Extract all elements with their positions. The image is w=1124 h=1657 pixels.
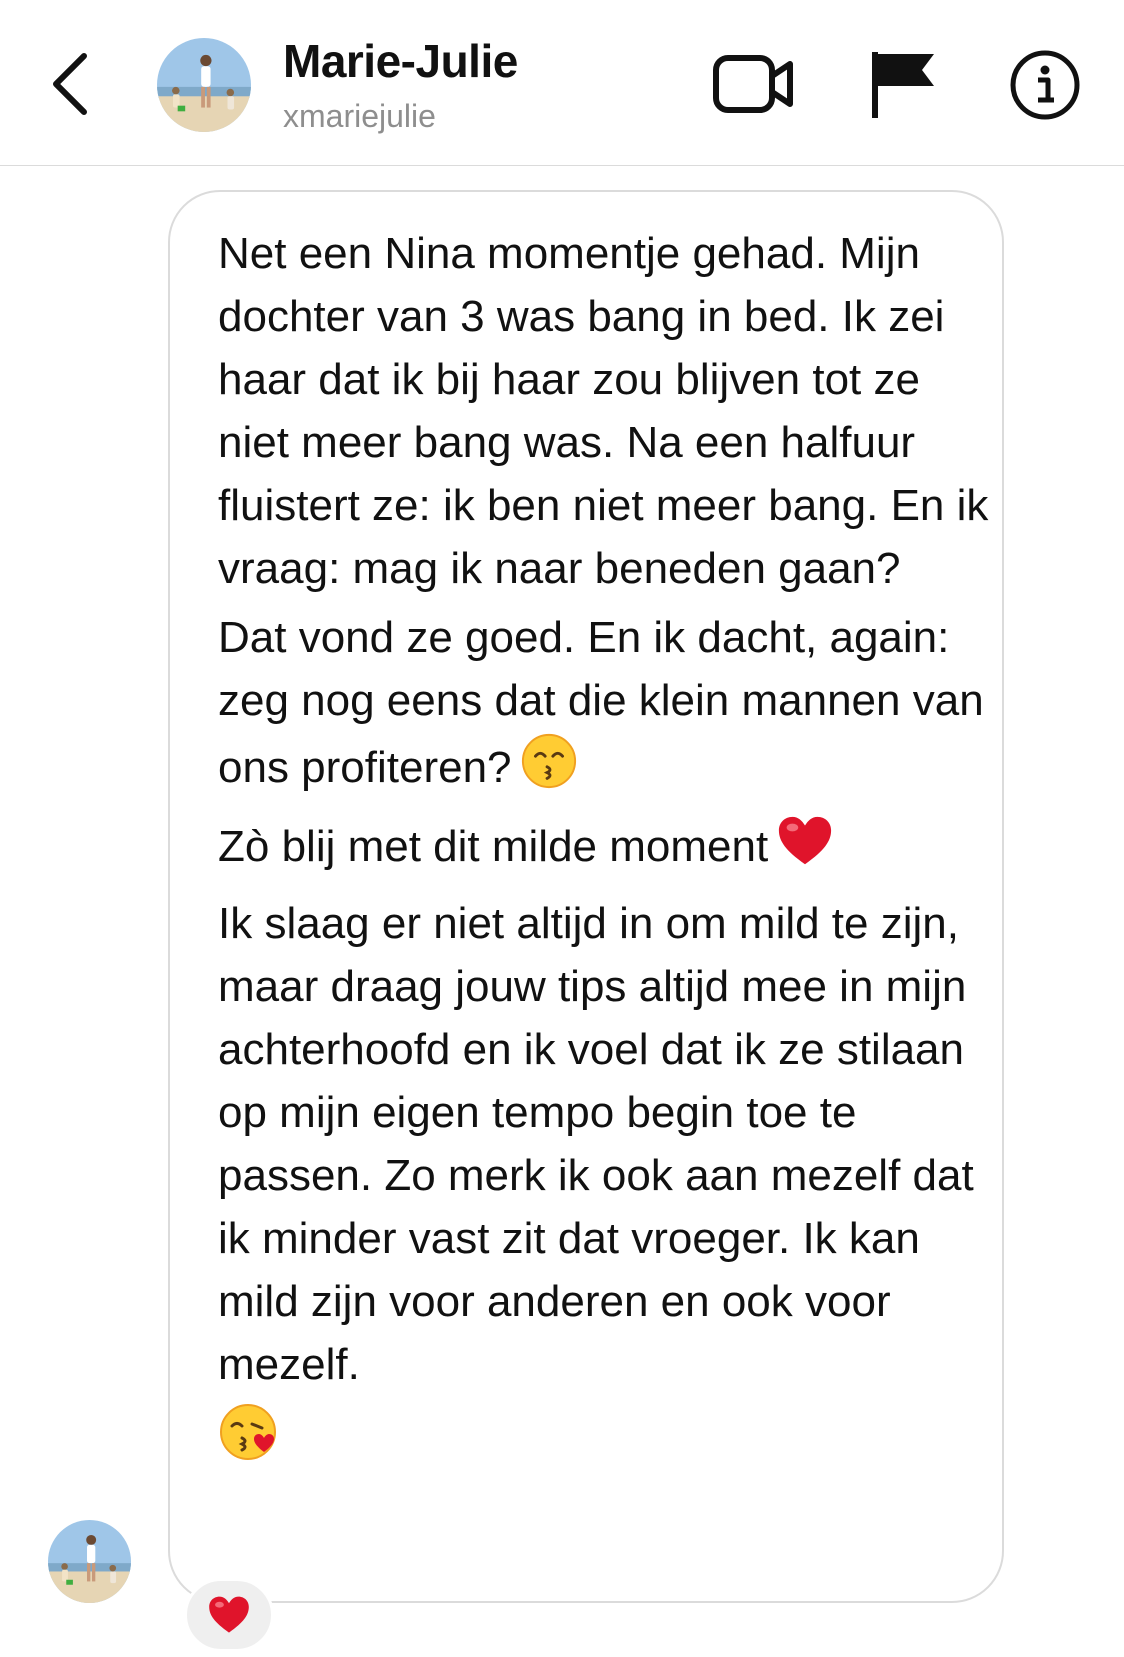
message-paragraph-text: Dat vond ze goed. En ik dacht, again: ze… (218, 613, 984, 792)
message-reaction[interactable] (184, 1578, 274, 1652)
message-paragraph: Net een Nina momentje gehad. Mijn dochte… (218, 229, 989, 593)
message-emoji-line (218, 1402, 998, 1472)
info-button[interactable] (1008, 48, 1082, 122)
contact-avatar[interactable] (157, 38, 251, 132)
red-heart-emoji (209, 1596, 249, 1633)
chat-header: Marie-Julie xmariejulie (0, 0, 1124, 166)
message-paragraph: Zò blij met dit milde moment (218, 813, 998, 886)
message-paragraph: Ik slaag er niet altijd in om mild te zi… (218, 899, 974, 1389)
message-paragraph: Dat vond ze goed. En ik dacht, again: ze… (218, 606, 998, 807)
contact-name[interactable]: Marie-Julie (283, 34, 518, 88)
message-paragraph-text: Zò blij met dit milde moment (218, 822, 769, 871)
back-button[interactable] (40, 44, 104, 124)
chevron-left-icon (53, 53, 87, 115)
message-text: Net een Nina momentje gehad. Mijn dochte… (218, 222, 998, 1472)
red-heart-emoji (776, 813, 834, 886)
sender-avatar[interactable] (48, 1520, 131, 1603)
kissing-smiling-eyes-emoji (520, 732, 578, 807)
report-button[interactable] (868, 48, 940, 122)
face-blowing-kiss-emoji (218, 1402, 278, 1479)
flag-icon (872, 52, 934, 118)
info-icon (1010, 50, 1080, 120)
video-call-button[interactable] (712, 50, 796, 118)
contact-username[interactable]: xmariejulie (283, 98, 436, 135)
video-camera-icon (713, 55, 793, 113)
